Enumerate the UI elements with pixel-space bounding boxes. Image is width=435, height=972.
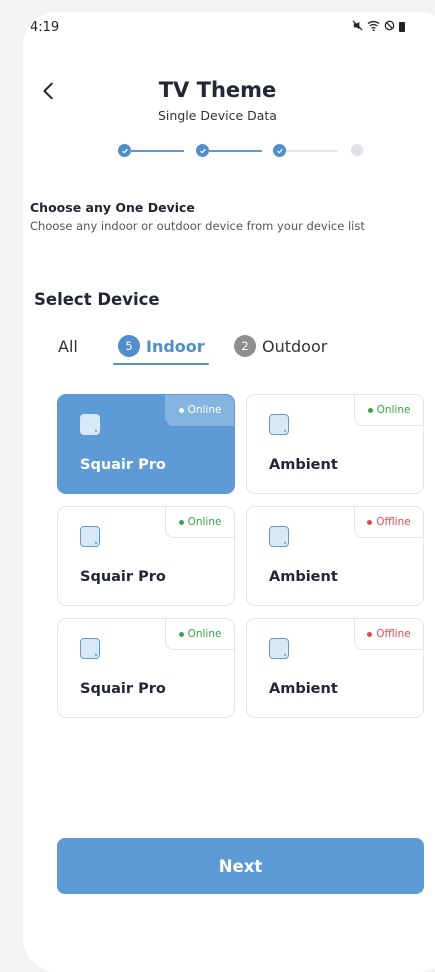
check-icon — [276, 148, 283, 154]
step-complete — [273, 144, 286, 157]
step-complete — [196, 144, 209, 157]
status-badge: Online — [354, 395, 423, 426]
status-dot — [178, 519, 184, 525]
status-label: Online — [187, 404, 222, 416]
device-card[interactable]: Online Squair Pro — [57, 394, 235, 494]
device-card[interactable]: Online Ambient — [246, 394, 424, 494]
count-badge: 5 — [118, 335, 140, 357]
device-icon — [80, 638, 100, 659]
dnd-icon — [384, 20, 395, 34]
status-badge: Online — [165, 507, 234, 538]
mute-icon — [352, 20, 363, 34]
check-icon — [199, 148, 206, 154]
status-label: Offline — [376, 516, 411, 528]
page-subtitle: Single Device Data — [158, 108, 277, 123]
battery-icon — [399, 22, 405, 32]
count-badge: 2 — [234, 335, 256, 357]
step-complete — [118, 144, 131, 157]
tab-label: All — [58, 336, 78, 356]
device-card[interactable]: Online Squair Pro — [57, 506, 235, 606]
status-dot — [178, 631, 184, 637]
status-dot — [178, 407, 184, 413]
device-icon — [80, 526, 100, 547]
step-pending — [351, 144, 363, 156]
choose-heading: Choose any One Device — [30, 200, 195, 215]
active-tab-indicator — [113, 363, 209, 365]
status-dot — [367, 631, 373, 637]
status-badge: Offline — [354, 619, 423, 650]
device-name: Squair Pro — [80, 457, 166, 473]
device-name: Ambient — [269, 569, 338, 585]
status-dot — [367, 519, 373, 525]
status-label: Online — [376, 404, 411, 416]
device-name: Ambient — [269, 457, 338, 473]
device-name: Squair Pro — [80, 569, 166, 585]
device-card[interactable]: Offline Ambient — [246, 506, 424, 606]
device-icon — [269, 526, 289, 547]
choose-description: Choose any indoor or outdoor device from… — [30, 219, 365, 233]
step-connector — [209, 150, 262, 152]
tab-all[interactable]: All — [58, 332, 78, 360]
status-badge: Online — [165, 395, 234, 426]
page-title: TV Theme — [158, 78, 277, 102]
status-badge: Online — [165, 619, 234, 650]
step-connector — [286, 150, 338, 152]
tab-label: Indoor — [146, 336, 205, 356]
status-icons — [352, 20, 405, 34]
status-time: 4:19 — [30, 20, 60, 35]
select-device-heading: Select Device — [34, 290, 160, 309]
status-dot — [367, 407, 373, 413]
next-button[interactable]: Next — [57, 838, 424, 894]
device-name: Ambient — [269, 681, 338, 697]
status-label: Online — [187, 628, 222, 640]
tab-label: Outdoor — [262, 336, 328, 356]
status-label: Offline — [376, 628, 411, 640]
status-label: Online — [187, 516, 222, 528]
device-icon — [269, 414, 289, 435]
tab-outdoor[interactable]: 2 Outdoor — [234, 332, 327, 360]
progress-stepper — [94, 141, 363, 161]
status-badge: Offline — [354, 507, 423, 538]
step-connector — [131, 150, 184, 152]
device-icon — [269, 638, 289, 659]
device-card[interactable]: Online Squair Pro — [57, 618, 235, 718]
device-icon — [80, 414, 100, 435]
device-card[interactable]: Offline Ambient — [246, 618, 424, 718]
wifi-icon — [367, 20, 380, 34]
check-icon — [121, 148, 128, 154]
tab-indoor[interactable]: 5 Indoor — [118, 332, 205, 360]
device-name: Squair Pro — [80, 681, 166, 697]
